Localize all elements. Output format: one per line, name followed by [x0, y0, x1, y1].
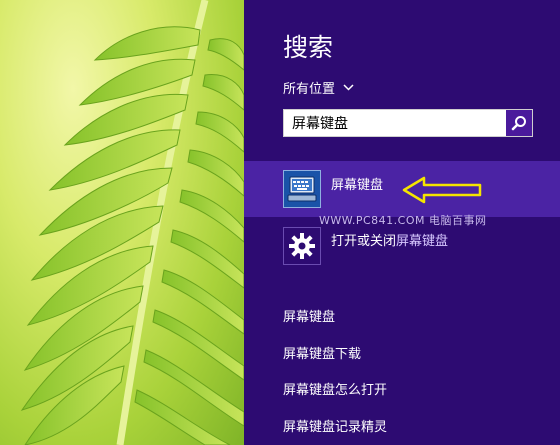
search-suggestion[interactable]: 屏幕键盘: [283, 306, 335, 325]
search-scope-label: 所有位置: [283, 82, 336, 97]
result-label: 打开或关闭屏幕键盘: [331, 230, 448, 249]
search-suggestion[interactable]: 屏幕键盘下载: [283, 343, 361, 362]
result-toggle-on-screen-keyboard[interactable]: 打开或关闭屏幕键盘: [244, 222, 560, 278]
annotation-arrow-icon: [402, 176, 482, 204]
on-screen-keyboard-icon: [287, 176, 317, 202]
fern-leaf-image: [20, 0, 244, 445]
search-suggestion[interactable]: 屏幕键盘记录精灵: [283, 416, 387, 435]
suggestion-rest: 怎么打开: [335, 383, 388, 398]
suggestion-match: 屏幕键盘: [283, 347, 336, 362]
search-button[interactable]: [506, 110, 532, 136]
search-suggestion[interactable]: 屏幕键盘怎么打开: [283, 379, 387, 398]
search-input[interactable]: [284, 110, 506, 136]
app-tile: [283, 227, 321, 265]
suggestion-match: 屏幕键盘: [283, 420, 336, 435]
search-box: [283, 109, 533, 137]
suggestion-match: 屏幕键盘: [283, 310, 336, 325]
chevron-down-icon: [343, 84, 354, 91]
result-label-prefix: 打开或关闭: [331, 234, 397, 249]
search-scope-dropdown[interactable]: 所有位置: [283, 78, 354, 97]
suggestion-rest: 记录精灵: [335, 420, 388, 435]
result-label-match: 屏幕键盘: [396, 234, 449, 249]
gear-icon: [289, 233, 315, 259]
app-tile: [283, 170, 321, 208]
magnifier-icon: [511, 116, 526, 131]
search-pane-title: 搜索: [283, 33, 334, 62]
suggestion-match: 屏幕键盘: [283, 383, 336, 398]
suggestion-rest: 下载: [335, 347, 362, 362]
desktop-wallpaper: [0, 0, 244, 445]
result-label: 屏幕键盘: [331, 178, 384, 193]
